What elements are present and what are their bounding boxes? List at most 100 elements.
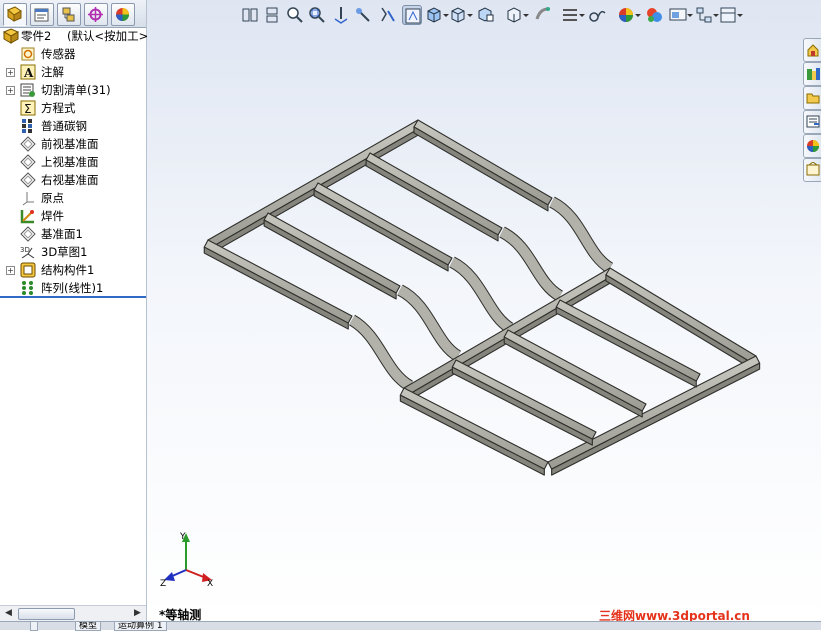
display-manager-tab[interactable] — [111, 3, 135, 26]
zoom-to-fit-icon — [287, 7, 303, 23]
apply-scene-button[interactable] — [504, 5, 529, 25]
dimxpert-icon — [88, 7, 103, 22]
reference-triad: Y X Z — [160, 532, 213, 588]
solidworks-resources-tab[interactable] — [803, 38, 821, 62]
plane-icon — [20, 136, 36, 152]
tab-model[interactable]: 模型 — [75, 622, 102, 631]
tree-item-label: 切割清单(31) — [41, 83, 111, 97]
panel-tab-bar — [0, 0, 146, 28]
triad-z-label: Z — [160, 579, 166, 588]
realview-button[interactable] — [668, 5, 693, 25]
scroll-right-icon[interactable]: ▶ — [131, 607, 144, 619]
tree-root-part[interactable]: 零件2 (默认<按加工> — [0, 27, 148, 45]
featuremanager-tab[interactable] — [3, 3, 27, 26]
svg-text:Σ: Σ — [24, 102, 32, 116]
hide-lines-icon — [619, 8, 633, 22]
propertymanager-tab[interactable] — [30, 3, 54, 26]
custom-properties-tab[interactable] — [803, 158, 821, 182]
display-style-icon — [427, 7, 441, 23]
graphics-area[interactable] — [147, 0, 821, 621]
feature-tree-icon — [7, 6, 22, 22]
linear-pattern-icon — [20, 280, 36, 296]
shadows-button[interactable] — [694, 5, 719, 25]
solidworks-resources-icon — [807, 44, 819, 57]
appearance-button[interactable] — [644, 5, 664, 25]
zoom-to-area-icon — [309, 7, 325, 23]
expand-toggle[interactable]: + — [6, 68, 15, 77]
tree-item-structural-member1[interactable]: + 结构构件1 — [0, 261, 146, 279]
3d-drawing-view-button[interactable] — [331, 5, 351, 25]
tree-item-top-plane[interactable]: 上视基准面 — [0, 153, 146, 171]
view-isometric-button[interactable] — [402, 5, 422, 25]
display-style-button[interactable] — [424, 5, 449, 25]
tree-item-cut-list[interactable]: + 切割清单(31) — [0, 81, 146, 99]
orientation-icon — [563, 9, 577, 21]
configurationmanager-tab[interactable] — [57, 3, 81, 26]
appearance-ball-icon — [116, 8, 129, 21]
cut-list-icon — [20, 82, 36, 98]
tree-item-material[interactable]: 普通碳钢 — [0, 117, 146, 135]
display-pane-button[interactable] — [718, 5, 743, 25]
triad-x-label: X — [207, 579, 213, 588]
tree-item-front-plane[interactable]: 前视基准面 — [0, 135, 146, 153]
appearances-icon — [807, 140, 819, 152]
material-icon — [20, 118, 36, 134]
equations-icon: Σ — [20, 100, 36, 116]
zoom-to-fit-button[interactable] — [285, 5, 305, 25]
tree-item-sensors[interactable]: 传感器 — [0, 45, 146, 63]
scroll-thumb[interactable] — [18, 608, 75, 620]
tree-item-label: 基准面1 — [41, 227, 83, 241]
feature-tree: 零件2 (默认<按加工> 传感器 + A 注解 + 切割清单(31) Σ 方程式… — [0, 27, 148, 297]
tree-item-label: 上视基准面 — [41, 155, 99, 169]
realview-icon — [669, 8, 687, 21]
view-palette-icon — [806, 115, 820, 128]
scroll-left-icon[interactable]: ◀ — [2, 607, 15, 619]
tab-motion-study-1[interactable]: 运动算例 1 — [114, 622, 167, 631]
hide-lines-button[interactable] — [616, 5, 641, 25]
expand-toggle[interactable]: + — [6, 266, 15, 275]
feature-manager-panel: 零件2 (默认<按加工> 传感器 + A 注解 + 切割清单(31) Σ 方程式… — [0, 0, 148, 629]
tree-item-right-plane[interactable]: 右视基准面 — [0, 171, 146, 189]
tree-item-origin[interactable]: 原点 — [0, 189, 146, 207]
apply-scene-icon — [507, 7, 521, 23]
previous-view-button[interactable] — [262, 5, 282, 25]
custom-properties-icon — [806, 162, 820, 176]
view-orientation-button[interactable] — [240, 5, 260, 25]
tree-item-label: 原点 — [41, 191, 64, 205]
rollback-bar[interactable] — [0, 296, 146, 298]
configuration-icon — [62, 7, 75, 22]
tree-item-3d-sketch1[interactable]: 3D 3D草图1 — [0, 243, 146, 261]
shadows-icon — [696, 7, 712, 23]
design-library-tab[interactable] — [803, 62, 821, 86]
tree-item-weldment[interactable]: 焊件 — [0, 207, 146, 225]
annotations-icon: A — [20, 64, 36, 80]
hide-show-items-icon — [451, 7, 465, 23]
root-part-name: 零件2 — [21, 29, 52, 43]
view-settings-button[interactable] — [532, 5, 552, 25]
dimxpert-tab[interactable] — [84, 3, 108, 26]
tree-item-label: 焊件 — [41, 209, 64, 223]
hide-show-items-button[interactable] — [448, 5, 473, 25]
plane-icon — [20, 172, 36, 188]
tree-item-equations[interactable]: Σ 方程式 — [0, 99, 146, 117]
file-explorer-tab[interactable] — [803, 86, 821, 110]
edit-appearance-icon — [478, 7, 494, 22]
dynamic-annotation-views-button[interactable] — [378, 5, 398, 25]
horizontal-scrollbar[interactable]: ◀ ▶ — [0, 605, 146, 621]
weldment-icon — [20, 208, 36, 224]
tree-item-label: 结构构件1 — [41, 263, 95, 277]
nav-tab-first[interactable] — [30, 622, 38, 631]
view-settings-icon — [535, 7, 550, 20]
view-palette-tab[interactable] — [803, 110, 821, 134]
appearances-tab[interactable] — [803, 134, 821, 158]
orientation-button[interactable] — [560, 5, 585, 25]
tree-item-label: 前视基准面 — [41, 137, 99, 151]
section-view-button[interactable] — [353, 5, 373, 25]
tree-item-annotations[interactable]: + A 注解 — [0, 63, 146, 81]
rotate-view-button[interactable] — [588, 5, 608, 25]
tree-item-plane1[interactable]: 基准面1 — [0, 225, 146, 243]
tree-item-linear-pattern1[interactable]: 阵列(线性)1 — [0, 279, 146, 297]
zoom-to-area-button[interactable] — [307, 5, 327, 25]
edit-appearance-button[interactable] — [476, 5, 496, 25]
expand-toggle[interactable]: + — [6, 86, 15, 95]
